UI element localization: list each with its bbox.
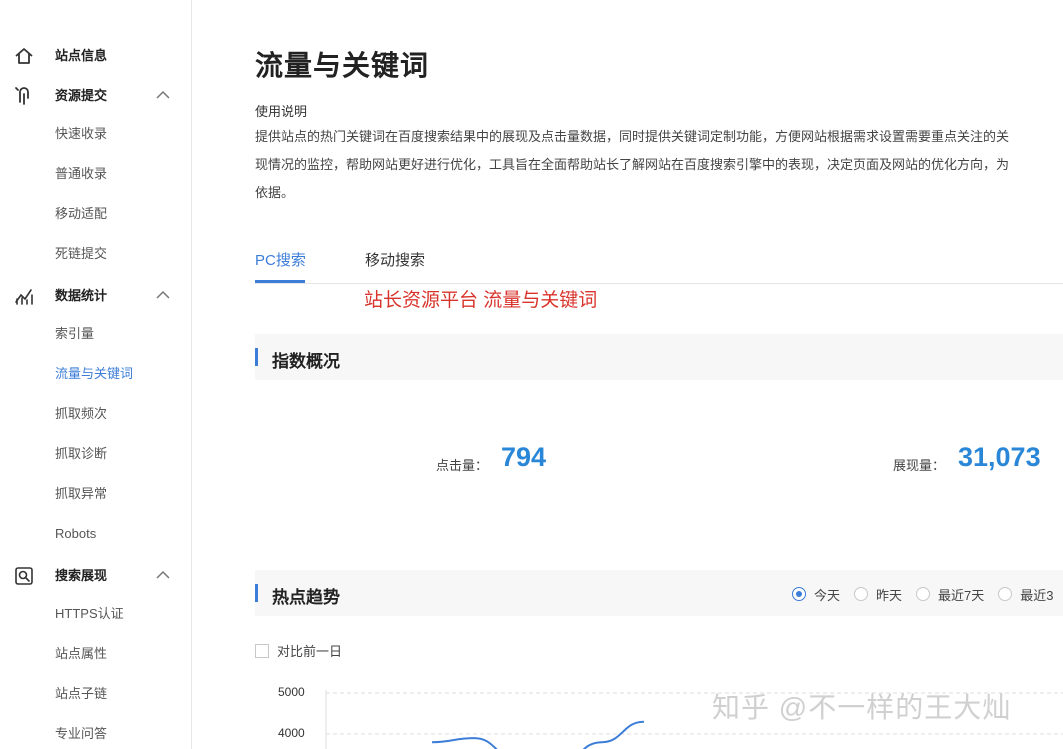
sidebar-item-crawl-frequency[interactable]: 抓取频次 — [55, 406, 107, 422]
radio-today[interactable]: 今天 — [792, 585, 840, 604]
usage-line: 提供站点的热门关键词在百度搜索结果中的展现及点击量数据，同时提供关键词定制功能，… — [255, 129, 1010, 144]
sidebar: 站点信息 资源提交 快速收录 普通收录 移动适配 死链提交 数据统计 索引量 流… — [0, 0, 192, 749]
nav-group-resource-submit[interactable]: 资源提交 — [0, 76, 191, 116]
sidebar-item-https[interactable]: HTTPS认证 — [55, 606, 124, 622]
search-display-icon — [15, 567, 33, 585]
radio-dot — [792, 587, 806, 601]
radio-last-30-days[interactable]: 最近3 — [998, 585, 1054, 604]
home-icon — [15, 48, 33, 64]
sidebar-item-site-sublinks[interactable]: 站点子链 — [55, 686, 107, 702]
sidebar-item-crawl-errors[interactable]: 抓取异常 — [55, 486, 107, 502]
page-title: 流量与关键词 — [255, 50, 430, 81]
usage-line: 依据。 — [255, 185, 295, 200]
radio-dot — [916, 587, 931, 601]
submit-icon — [15, 87, 29, 105]
nav-group-label: 资源提交 — [55, 88, 108, 103]
checkbox-box — [255, 643, 269, 658]
chevron-up-icon[interactable] — [155, 570, 171, 580]
section-accent-bar — [255, 348, 258, 366]
radio-last-7-days[interactable]: 最近7天 — [916, 585, 984, 604]
sidebar-item-dead-link[interactable]: 死链提交 — [55, 246, 107, 262]
tab-pc-search[interactable]: PC搜索 — [255, 249, 306, 270]
series-line — [431, 720, 645, 749]
nav-group-label: 数据统计 — [55, 288, 108, 303]
active-tab-indicator — [255, 280, 305, 283]
sidebar-item-pro-qa[interactable]: 专业问答 — [55, 726, 107, 742]
nav-group-data-stats[interactable]: 数据统计 — [0, 276, 191, 316]
watermark: 知乎 @不一样的王大灿 — [712, 692, 1012, 723]
radio-label: 今天 — [814, 587, 841, 603]
nav-group-label: 搜索展现 — [55, 568, 108, 583]
stats-icon — [15, 289, 33, 305]
section-index-overview: 指数概况 — [255, 334, 1063, 380]
radio-label: 昨天 — [876, 587, 903, 603]
nav-group-label: 站点信息 — [55, 48, 108, 63]
impressions-value: 31,073 — [958, 442, 1041, 472]
sidebar-item-mobile-adapt[interactable]: 移动适配 — [55, 206, 107, 222]
clicks-value: 794 — [501, 442, 547, 472]
clicks-label: 点击量： — [436, 458, 489, 473]
search-tabs: PC搜索 移动搜索 — [255, 244, 1063, 284]
usage-title: 使用说明 — [255, 104, 308, 119]
usage-line: 现情况的监控，帮助网站更好进行优化，工具旨在全面帮助站长了解网站在百度搜索引擎中… — [255, 157, 1010, 172]
main-content: 流量与关键词 使用说明 提供站点的热门关键词在百度搜索结果中的展现及点击量数据，… — [192, 0, 1063, 749]
nav-group-search-display[interactable]: 搜索展现 — [0, 556, 191, 596]
section-accent-bar — [255, 584, 258, 602]
sidebar-item-normal-index[interactable]: 普通收录 — [55, 166, 107, 182]
tab-mobile-search[interactable]: 移动搜索 — [365, 249, 425, 270]
sidebar-item-fast-index[interactable]: 快速收录 — [55, 126, 107, 142]
overlay-caption: 站长资源平台 流量与关键词 — [364, 290, 598, 311]
chevron-up-icon[interactable] — [155, 290, 171, 300]
radio-yesterday[interactable]: 昨天 — [854, 585, 902, 604]
impressions-label: 展现量： — [893, 458, 946, 473]
radio-dot — [998, 587, 1013, 601]
radio-label: 最近3 — [1020, 587, 1054, 603]
section-title: 指数概况 — [272, 352, 340, 371]
sidebar-item-site-attributes[interactable]: 站点属性 — [55, 646, 107, 662]
chevron-up-icon[interactable] — [155, 90, 171, 100]
section-title: 热点趋势 — [272, 588, 340, 607]
time-range-radios: 今天 昨天 最近7天 最近3 — [792, 585, 1063, 603]
sidebar-item-index-volume[interactable]: 索引量 — [55, 326, 94, 342]
sidebar-item-traffic-keywords[interactable]: 流量与关键词 — [55, 366, 133, 382]
radio-label: 最近7天 — [938, 587, 985, 603]
compare-label: 对比前一日 — [277, 644, 343, 659]
compare-prev-day-checkbox[interactable]: 对比前一日 — [255, 641, 342, 660]
sidebar-item-robots[interactable]: Robots — [55, 526, 96, 542]
nav-group-site-info[interactable]: 站点信息 — [0, 36, 191, 76]
radio-dot — [854, 587, 869, 601]
sidebar-item-crawl-diagnosis[interactable]: 抓取诊断 — [55, 446, 107, 462]
